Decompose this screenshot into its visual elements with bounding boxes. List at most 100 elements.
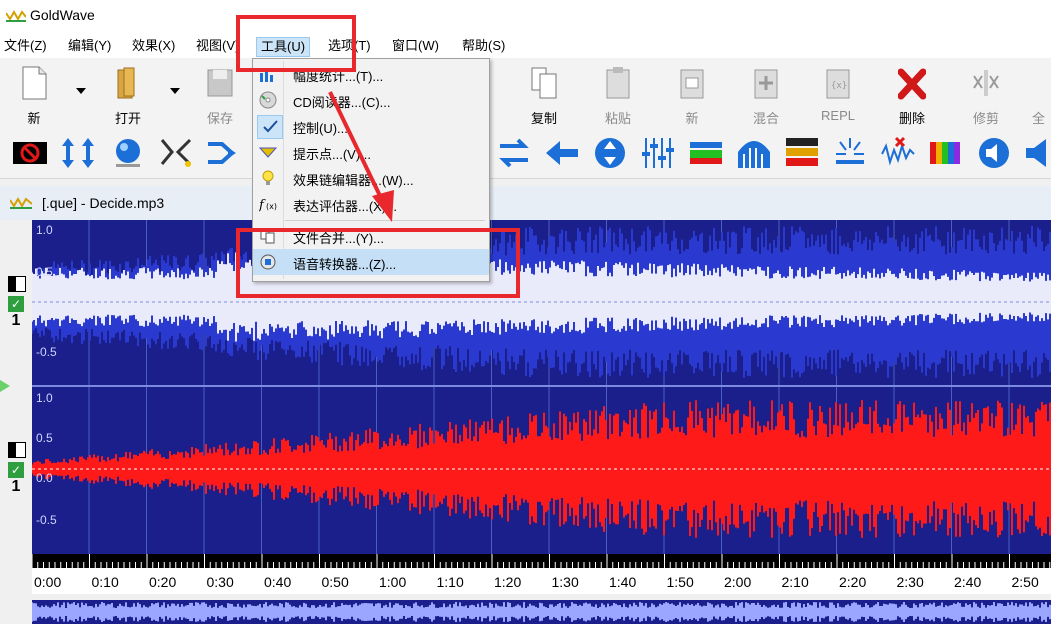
goldwave-logo-icon <box>6 9 26 22</box>
tools-menu-highlight-box <box>236 15 356 72</box>
ch1-axis-1: 1.0 <box>36 223 53 237</box>
document-window: [.que] - Decide.mp3 ✓ 1 ✓ 1 1.0 0.5 -0.5… <box>0 186 1051 624</box>
channel-2-controls: ✓ 1 <box>8 442 26 496</box>
speaker-icon[interactable] <box>976 136 1012 170</box>
copy-icon <box>531 67 557 99</box>
spark-icon[interactable] <box>832 136 868 170</box>
checkmark-icon <box>263 120 278 133</box>
replace-icon: {x} <box>826 69 850 99</box>
timeline-label: 1:10 <box>436 574 464 590</box>
copy-button-label: 复制 <box>530 111 557 126</box>
timeline-label: 0:40 <box>264 574 292 590</box>
document-title-bar[interactable]: [.que] - Decide.mp3 <box>0 186 1051 220</box>
ch2-axis-0: 0.0 <box>36 471 53 485</box>
menu-item-expression-evaluator[interactable]: f (x) 表达评估器...(X)... <box>253 191 489 217</box>
trim-button[interactable]: 修剪 <box>958 62 1014 126</box>
menu-separator <box>285 220 485 221</box>
menu-window[interactable]: 窗口(W) <box>392 37 439 55</box>
speaker-left-icon[interactable] <box>1022 136 1051 170</box>
menu-item-label: 表达评估器...(X)... <box>293 199 398 214</box>
replace-button[interactable]: {x} REPL <box>810 62 866 126</box>
select-all-button-label: 全 <box>1032 111 1046 126</box>
menu-item-effect-chain-editor[interactable]: 效果链编辑器...(W)... <box>253 165 489 191</box>
menu-item-label: CD阅读器...(C)... <box>293 95 391 110</box>
waveform-display[interactable]: 1.0 0.5 -0.5 1.0 0.5 0.0 -0.5 <box>32 220 1051 554</box>
cue-marker-icon[interactable] <box>0 380 12 392</box>
denoise-icon[interactable] <box>880 136 916 170</box>
mix-icon <box>754 69 778 99</box>
timeline-label: 0:00 <box>34 574 62 590</box>
menu-edit[interactable]: 编辑(Y) <box>68 37 111 55</box>
menu-bar: 文件(Z) 编辑(Y) 效果(X) 视图(V) 工具(U) 选项(T) 窗口(W… <box>0 34 1051 59</box>
channel-2-lr-toggle-icon[interactable] <box>8 442 26 458</box>
noise-effect-icon[interactable] <box>784 136 820 170</box>
new-dropdown-arrow-icon[interactable] <box>76 88 86 96</box>
channel-1-enable-checkbox[interactable]: ✓ <box>8 296 24 312</box>
bulb-icon <box>262 170 274 185</box>
open-button[interactable]: 打开 <box>100 62 156 126</box>
menu-file[interactable]: 文件(Z) <box>4 37 47 55</box>
ch2-axis-05: 0.5 <box>36 431 53 445</box>
swap-arrows-icon[interactable] <box>496 136 532 170</box>
menu-help[interactable]: 帮助(S) <box>462 37 505 55</box>
copy-button[interactable]: 复制 <box>516 62 572 126</box>
new-file-icon <box>22 66 47 100</box>
menu-item-label: 提示点...(V)... <box>293 147 372 162</box>
save-disk-icon <box>207 69 233 97</box>
sphere-icon[interactable] <box>110 136 146 170</box>
title-bar: GoldWave <box>0 0 1051 34</box>
menu-item-cue-points[interactable]: 提示点...(V)... <box>253 139 489 165</box>
new-button[interactable]: 新 <box>6 62 62 126</box>
vertical-arrows-icon[interactable] <box>60 136 96 170</box>
channel-1-controls: ✓ 1 <box>8 276 26 330</box>
svg-text:f: f <box>259 198 266 213</box>
channel-2-enable-checkbox[interactable]: ✓ <box>8 462 24 478</box>
menu-view[interactable]: 视图(V) <box>196 37 239 55</box>
trim-button-label: 修剪 <box>972 111 999 126</box>
function-fx-icon: f (x) <box>259 198 277 213</box>
svg-text:{x}: {x} <box>831 81 847 91</box>
left-arrow-icon[interactable] <box>544 136 580 170</box>
menu-item-cd-reader[interactable]: CD阅读器...(C)... <box>253 87 489 113</box>
color-bars-icon[interactable] <box>928 136 964 170</box>
window-title: GoldWave <box>30 7 95 23</box>
menu-item-label: 效果链编辑器...(W)... <box>293 173 414 188</box>
equalizer-sliders-icon[interactable] <box>640 136 676 170</box>
select-all-button[interactable]: 全 <box>1028 62 1051 126</box>
document-wave-icon <box>10 196 32 209</box>
arch-filter-icon[interactable] <box>736 136 772 170</box>
save-button-label: 保存 <box>206 111 233 126</box>
ch2-axis-m05: -0.5 <box>36 513 57 527</box>
menu-effects[interactable]: 效果(X) <box>132 37 175 55</box>
timeline-label: 1:20 <box>494 574 522 590</box>
trim-icon <box>973 70 999 96</box>
delete-button[interactable]: 删除 <box>884 62 940 126</box>
cd-disc-icon <box>259 91 277 109</box>
timeline-label: 2:20 <box>839 574 867 590</box>
channel-1-lr-toggle-icon[interactable] <box>8 276 26 292</box>
timeline-ruler[interactable]: 0:00 0:10 0:20 0:30 0:40 0:50 1:00 1:10 1:20 1:30… <box>32 554 1051 594</box>
channel-controls: ✓ 1 ✓ 1 <box>0 220 32 624</box>
timeline-label: 2:00 <box>724 574 752 590</box>
menu-item-control[interactable]: 控制(U)... <box>253 113 489 139</box>
paste-new-button[interactable]: 新 <box>664 62 720 126</box>
timeline-label: 1:30 <box>551 574 579 590</box>
paste-clipboard-icon <box>606 67 630 99</box>
stop-icon[interactable] <box>12 136 48 170</box>
merge-arrow-icon[interactable] <box>206 136 242 170</box>
volume-center-icon[interactable] <box>592 136 628 170</box>
channel-1-number: 1 <box>11 312 21 329</box>
overview-waveform[interactable] <box>32 600 1051 624</box>
effects-toolbar <box>0 130 1051 179</box>
open-dropdown-arrow-icon[interactable] <box>170 88 180 96</box>
mix-button[interactable]: 混合 <box>738 62 794 126</box>
timeline-label: 0:10 <box>91 574 119 590</box>
paste-button[interactable]: 粘贴 <box>590 62 646 126</box>
ch1-axis-m05: -0.5 <box>36 345 57 359</box>
cue-triangle-icon <box>259 147 277 158</box>
ch2-axis-1: 1.0 <box>36 391 53 405</box>
spectrum-icon[interactable] <box>688 136 724 170</box>
splitter-icon[interactable] <box>158 136 194 170</box>
menu-item-label: 控制(U)... <box>293 121 348 136</box>
main-toolbar: 新 打开 保存 复制 粘贴 新 混合 {x} REPL 删除 修剪 全 <box>0 58 1051 130</box>
